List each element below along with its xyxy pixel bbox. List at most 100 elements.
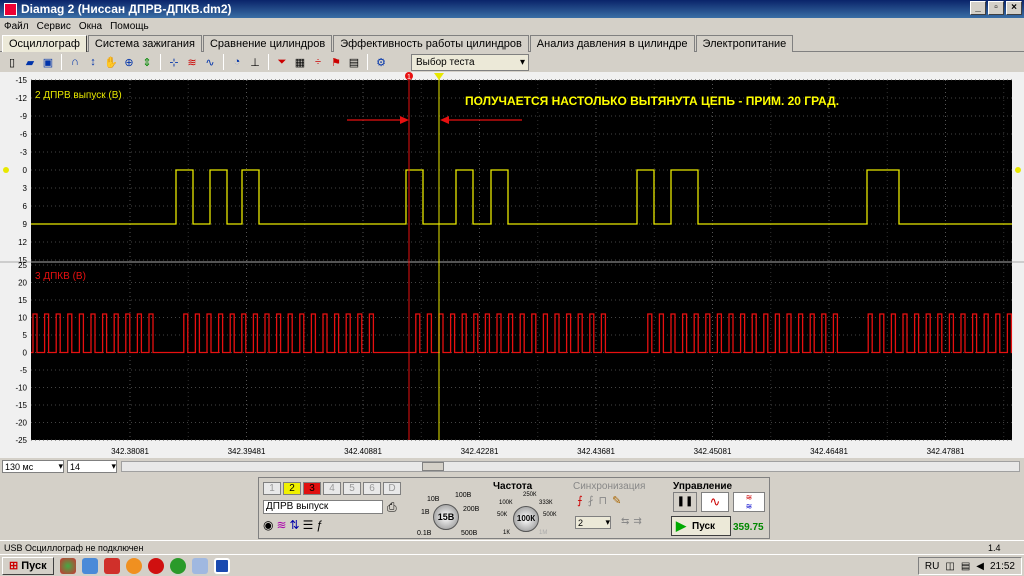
test-select[interactable]: Выбор теста ▾: [411, 53, 529, 71]
flag-icon[interactable]: ⚑: [328, 54, 344, 70]
rising-edge-icon[interactable]: ⨍: [577, 494, 583, 507]
app-icon[interactable]: [103, 557, 120, 574]
start-button[interactable]: ▶ Пуск: [671, 516, 731, 536]
channel-name-field[interactable]: ДПРВ выпуск: [263, 500, 383, 514]
close-button[interactable]: ×: [1006, 1, 1022, 15]
diamag-task-icon[interactable]: [213, 557, 230, 574]
volume-icon[interactable]: ◀: [976, 561, 984, 572]
x-tick-label: 342.38081: [111, 447, 149, 456]
language-indicator[interactable]: RU: [925, 561, 939, 572]
volt-dial[interactable]: 15В: [433, 504, 459, 530]
y-tick-label: -10: [15, 384, 27, 393]
falling-edge-icon[interactable]: ⨏: [588, 494, 594, 507]
pulse-icon[interactable]: ⊓: [598, 494, 607, 507]
doc-icon[interactable]: ▤: [346, 54, 362, 70]
wave-icon[interactable]: ≋: [184, 54, 200, 70]
funnel-icon[interactable]: ⏷: [274, 54, 290, 70]
chrome-icon[interactable]: [59, 557, 76, 574]
x-tick-label: 342.45081: [694, 447, 732, 456]
channel-button-2[interactable]: 2: [283, 482, 301, 495]
eye-icon[interactable]: ◉: [263, 518, 273, 532]
channel-button-5[interactable]: 5: [343, 482, 361, 495]
freq-dial[interactable]: 100К: [513, 506, 539, 532]
sync-channel-select[interactable]: 2 ▾: [575, 516, 611, 529]
time-scroll-thumb[interactable]: [422, 462, 444, 471]
auto-icon[interactable]: ◔: [229, 54, 245, 70]
status-bar: USB Осциллограф не подключен 1.4: [0, 540, 1024, 554]
tab-pressure-analysis[interactable]: Анализ давления в цилиндре: [529, 35, 695, 52]
tab-cylinder-compare[interactable]: Сравнение цилиндров: [202, 35, 333, 52]
menu-help[interactable]: Помощь: [110, 21, 149, 32]
lines-icon[interactable]: ☰: [303, 518, 314, 532]
pause-button[interactable]: ❚❚: [673, 492, 697, 512]
y-tick-label: 5: [23, 331, 28, 340]
menu-file[interactable]: Файл: [4, 21, 29, 32]
measure-icon[interactable]: ↕: [85, 54, 101, 70]
arrows-icon[interactable]: ⇉: [633, 516, 641, 527]
y-tick-label: -5: [20, 366, 28, 375]
level-icon[interactable]: ⇆: [621, 516, 629, 527]
zoom-select[interactable]: 14 ▾: [67, 460, 117, 473]
tab-ignition[interactable]: Система зажигания: [87, 35, 202, 52]
table-icon[interactable]: ▦: [292, 54, 308, 70]
y-tick-label: 10: [18, 314, 27, 323]
y-tick-label: -20: [15, 419, 27, 428]
sine-mode-button[interactable]: ∿: [701, 492, 729, 512]
multi-wave-button[interactable]: ≋ ≋: [733, 492, 765, 512]
document-icon[interactable]: [191, 557, 208, 574]
minimize-button[interactable]: _: [970, 1, 986, 15]
play-icon: ▶: [676, 518, 686, 533]
time-scrollbar[interactable]: [121, 461, 1020, 472]
restore-button[interactable]: ▫: [988, 1, 1004, 15]
zoom-icon[interactable]: ⊕: [121, 54, 137, 70]
settings-icon[interactable]: ⚙: [373, 54, 389, 70]
channel-button-D[interactable]: D: [383, 482, 401, 495]
zero-icon[interactable]: ⊥: [247, 54, 263, 70]
wave-icon[interactable]: ≋: [276, 518, 286, 532]
y-tick-label: 0: [23, 166, 28, 175]
open-icon[interactable]: ▰: [22, 54, 38, 70]
volt-label: 0.1В: [417, 530, 432, 537]
firefox-icon[interactable]: [125, 557, 142, 574]
filter-icon[interactable]: ∿: [202, 54, 218, 70]
tab-power[interactable]: Электропитание: [695, 35, 794, 52]
oscilloscope-plot[interactable]: -15-12-9-6-3036912152520151050-5-10-15-2…: [0, 72, 1024, 458]
tray-icon[interactable]: ◫: [945, 561, 954, 572]
freq-label: 50К: [497, 512, 508, 518]
menu-windows[interactable]: Окна: [79, 21, 102, 32]
printer-icon[interactable]: ⎙: [387, 500, 401, 514]
channel-button-3[interactable]: 3: [303, 482, 321, 495]
freq-label: 333К: [539, 500, 553, 506]
new-icon[interactable]: ▯: [4, 54, 20, 70]
window-title: Diamag 2 (Ниссан ДПРВ-ДПКВ.dm2): [21, 2, 232, 16]
fit-icon[interactable]: ⇕: [139, 54, 155, 70]
time-base-select[interactable]: 130 мс ▾: [2, 460, 64, 473]
ch2-zero-marker: [1015, 167, 1021, 173]
divide-icon[interactable]: ÷: [310, 54, 326, 70]
tab-oscilloscope[interactable]: Осциллограф: [2, 35, 87, 52]
channel-button-1[interactable]: 1: [263, 482, 281, 495]
tab-cylinder-efficiency[interactable]: Эффективность работы цилиндров: [333, 35, 529, 52]
function-icon[interactable]: ƒ: [316, 518, 323, 532]
start-menu-button[interactable]: ⊞ Пуск: [2, 556, 54, 575]
channel-button-6[interactable]: 6: [363, 482, 381, 495]
torrent-icon[interactable]: [169, 557, 186, 574]
x-tick-label: 342.40881: [344, 447, 382, 456]
y-tick-label: 6: [23, 202, 28, 211]
invert-icon[interactable]: ⇅: [290, 518, 300, 532]
explorer-icon[interactable]: [81, 557, 98, 574]
network-icon[interactable]: ▤: [961, 561, 970, 572]
hand-icon[interactable]: ✋: [103, 54, 119, 70]
sync-channel-value: 2: [578, 517, 584, 528]
y-tick-label: -15: [15, 401, 27, 410]
save-icon[interactable]: ▣: [40, 54, 56, 70]
cursor-icon[interactable]: ⊹: [166, 54, 182, 70]
brush-icon[interactable]: ✎: [612, 494, 621, 507]
plot-background: [31, 80, 1012, 440]
signal-icon[interactable]: ∩: [67, 54, 83, 70]
freq-title: Частота: [493, 481, 533, 492]
menu-service[interactable]: Сервис: [37, 21, 71, 32]
opera-icon[interactable]: [147, 557, 164, 574]
channel-button-4[interactable]: 4: [323, 482, 341, 495]
oscilloscope-view[interactable]: -15 -12 -9 -6 -3 0 3 6 9 12 15 25 20 15 10 5 0 -5 -10 -15 -2…: [0, 72, 1024, 458]
